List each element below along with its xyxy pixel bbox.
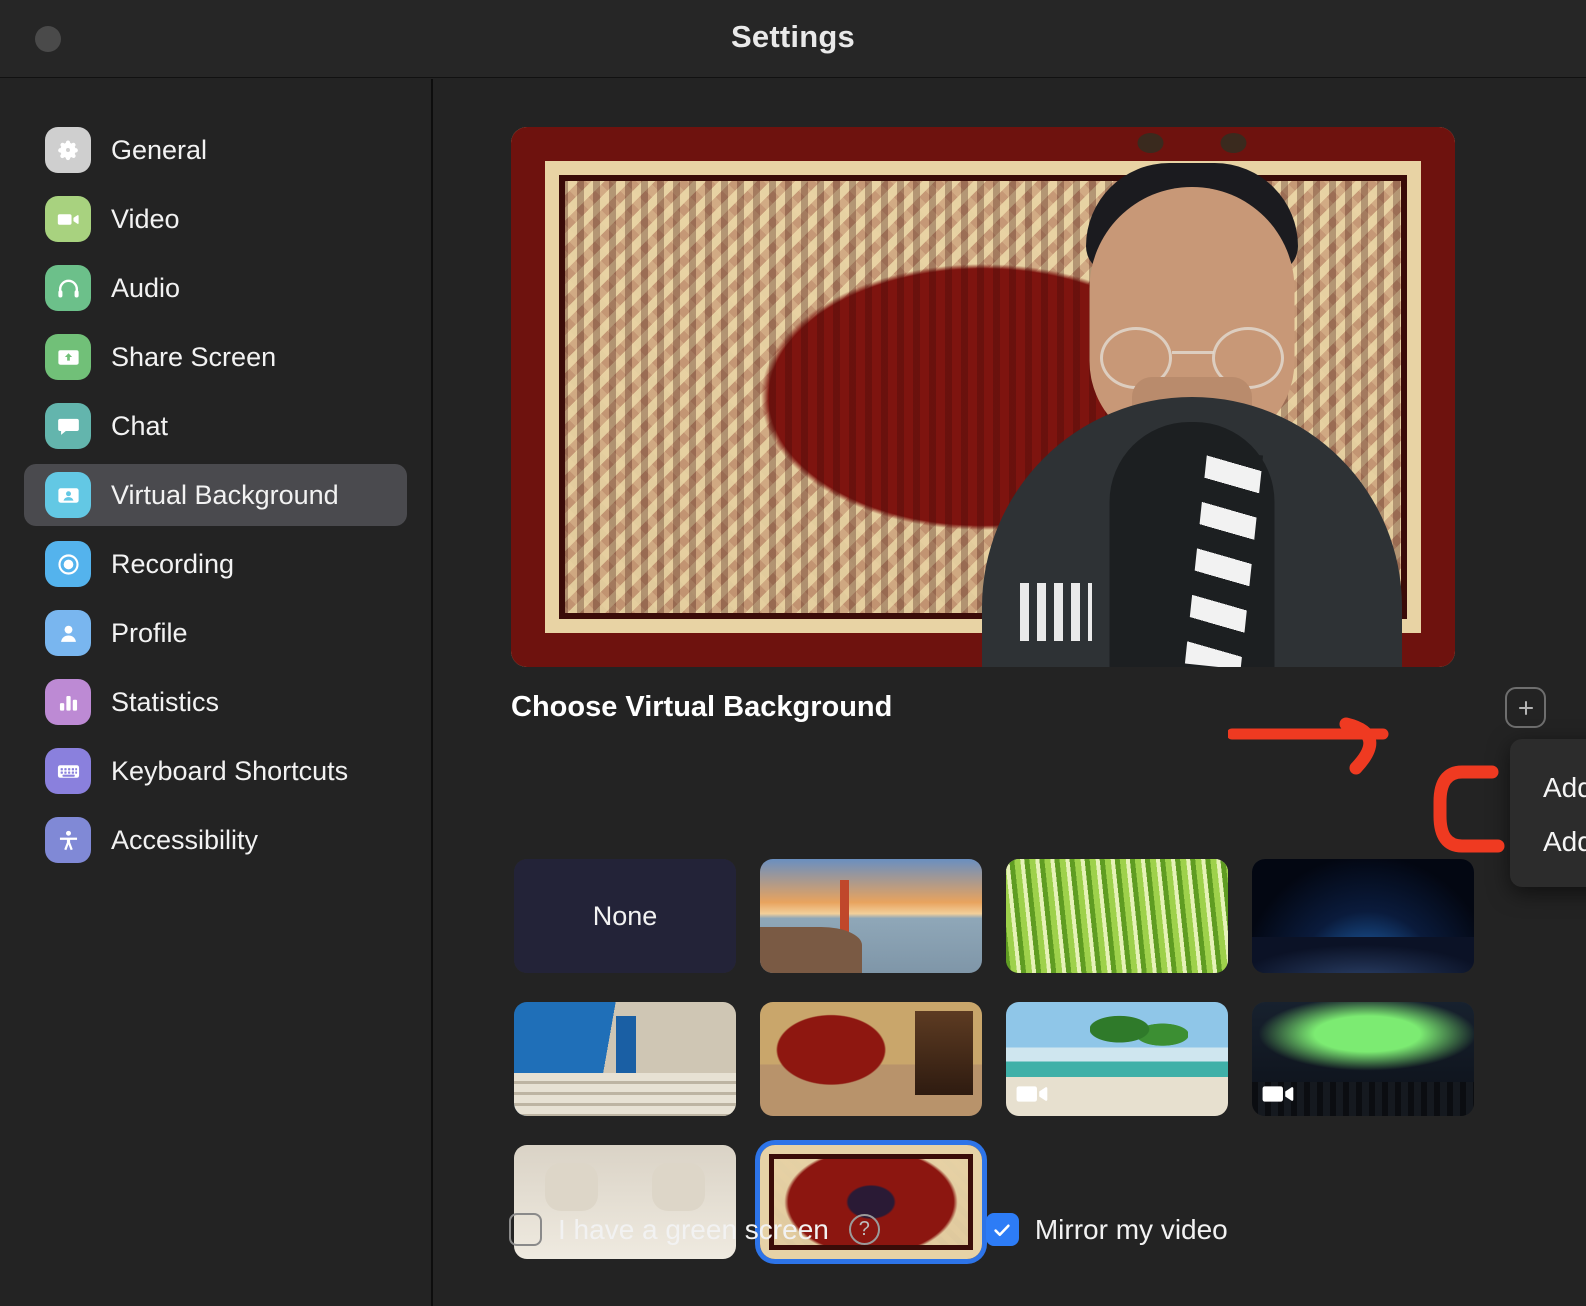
sidebar-item-label: Video [111, 203, 180, 234]
question-mark-icon[interactable]: ? [848, 1214, 880, 1245]
person-card-icon [45, 472, 91, 518]
bar-chart-icon [45, 679, 91, 725]
sidebar-item-statistics[interactable]: Statistics [24, 671, 407, 733]
eye-left [1137, 133, 1164, 153]
sidebar-item-label: General [111, 134, 208, 165]
chat-bubble-icon [45, 403, 91, 449]
sidebar-item-recording[interactable]: Recording [24, 533, 407, 595]
sidebar-item-general[interactable]: General [24, 119, 407, 181]
checkmark-icon [994, 1224, 1011, 1236]
sidebar-item-label: Profile [111, 617, 188, 648]
sidebar-item-label: Audio [111, 272, 181, 303]
background-thumbnail[interactable] [760, 859, 982, 973]
sidebar-item-video[interactable]: Video [24, 188, 407, 250]
torso [982, 397, 1402, 667]
virtual-background-panel: Choose Virtual Background Add Image Add … [435, 79, 1586, 1306]
person-icon [45, 610, 91, 656]
virtual-background-grid: None [514, 859, 1524, 1269]
thumbnail-label: None [592, 900, 658, 931]
mirror-video-label: Mirror my video [1034, 1213, 1228, 1245]
video-preview [511, 127, 1455, 667]
keyboard-icon [45, 748, 91, 794]
sidebar-item-label: Accessibility [111, 824, 259, 855]
sidebar-item-label: Statistics [111, 686, 220, 717]
headphones-icon [45, 265, 91, 311]
person-silhouette [977, 133, 1407, 667]
sidebar-item-label: Chat [111, 410, 169, 441]
settings-window: Settings General Video Audio Share Scree… [0, 0, 1586, 1306]
sidebar-item-label: Share Screen [111, 341, 277, 372]
video-camera-icon [1262, 1086, 1294, 1102]
sidebar-item-chat[interactable]: Chat [24, 395, 407, 457]
gear-icon [45, 127, 91, 173]
mirror-video-checkbox[interactable] [985, 1213, 1019, 1246]
window-title: Settings [731, 19, 855, 54]
sidebar-item-label: Recording [111, 548, 235, 579]
sidebar-item-accessibility[interactable]: Accessibility [24, 809, 407, 871]
settings-sidebar: General Video Audio Share Screen Chat Vi… [0, 79, 433, 1306]
video-camera-icon [45, 196, 91, 242]
sidebar-item-share-screen[interactable]: Share Screen [24, 326, 407, 388]
sidebar-item-keyboard-shortcuts[interactable]: Keyboard Shortcuts [24, 740, 407, 802]
glasses-bridge [1172, 351, 1214, 354]
sidebar-item-label: Virtual Background [111, 479, 339, 510]
thumbnail-art [760, 1002, 982, 1116]
sidebar-item-profile[interactable]: Profile [24, 602, 407, 664]
thumbnail-art [514, 1002, 736, 1116]
background-thumbnail[interactable] [1252, 859, 1474, 973]
background-thumbnail[interactable] [1006, 859, 1228, 973]
background-options-row: I have a green screen ? Mirror my video [509, 1213, 1228, 1246]
thumbnail-art [760, 859, 982, 973]
choose-background-header: Choose Virtual Background Add Image Add … [511, 687, 1586, 887]
green-screen-label: I have a green screen [558, 1213, 829, 1245]
sidebar-item-label: Keyboard Shortcuts [111, 755, 349, 786]
background-thumbnail[interactable] [514, 1002, 736, 1116]
jacket-logo [1020, 583, 1092, 641]
page-title: Choose Virtual Background [511, 691, 893, 723]
eye-right [1220, 133, 1247, 153]
background-thumbnail[interactable]: None [514, 859, 736, 973]
thumbnail-art [1252, 859, 1474, 973]
plus-icon [1518, 700, 1533, 715]
green-screen-checkbox[interactable] [509, 1213, 542, 1246]
sidebar-item-virtual-background[interactable]: Virtual Background [24, 464, 407, 526]
record-circle-icon [45, 541, 91, 587]
accessibility-icon [45, 817, 91, 863]
video-camera-icon [1016, 1086, 1048, 1102]
background-thumbnail[interactable] [1006, 1002, 1228, 1116]
add-background-button[interactable] [1505, 687, 1546, 728]
menu-item-add-image[interactable]: Add Image [1510, 761, 1586, 815]
background-thumbnail[interactable] [1252, 1002, 1474, 1116]
background-thumbnail[interactable] [760, 1002, 982, 1116]
share-screen-icon [45, 334, 91, 380]
title-bar: Settings [0, 0, 1586, 78]
thumbnail-art [1006, 859, 1228, 973]
sidebar-item-audio[interactable]: Audio [24, 257, 407, 319]
